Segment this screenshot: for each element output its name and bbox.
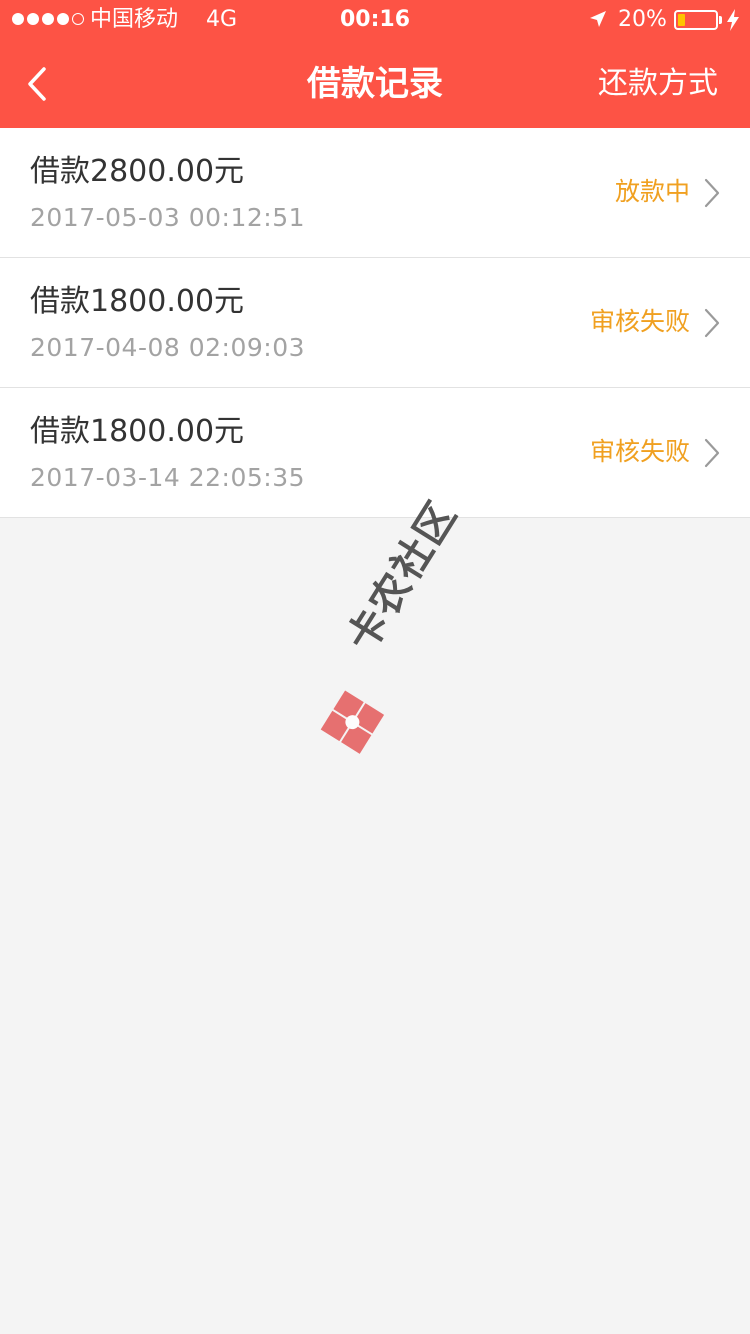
status-bar: 中国移动 4G 00:16 20% [0,0,750,40]
repayment-method-button[interactable]: 还款方式 [598,64,718,104]
loan-amount: 借款1800.00元 [30,284,245,319]
loan-status: 审核失败 [589,437,690,466]
loan-timestamp: 2017-03-14 22:05:35 [30,463,306,492]
battery-icon [674,10,722,30]
loan-timestamp: 2017-05-03 00:12:51 [30,203,306,232]
loan-amount: 借款1800.00元 [30,414,245,449]
loan-record-list: 借款2800.00元 2017-05-03 00:12:51 放款中 借款180… [0,128,750,518]
screen: 中国移动 4G 00:16 20% 借款记录 还款方式 借款2800.00元 2… [0,0,750,1334]
loan-timestamp: 2017-04-08 02:09:03 [30,333,306,362]
loan-status: 审核失败 [589,307,690,336]
list-item[interactable]: 借款1800.00元 2017-03-14 22:05:35 审核失败 [0,388,750,518]
battery-percent: 20% [618,7,667,32]
list-item[interactable]: 借款1800.00元 2017-04-08 02:09:03 审核失败 [0,258,750,388]
nav-bar: 借款记录 还款方式 [0,40,750,128]
loan-amount: 借款2800.00元 [30,154,245,189]
charging-bolt-icon [727,9,739,31]
loan-status: 放款中 [614,177,690,206]
chevron-right-icon [704,308,720,338]
chevron-right-icon [704,178,720,208]
header: 中国移动 4G 00:16 20% 借款记录 还款方式 [0,0,750,128]
list-item[interactable]: 借款2800.00元 2017-05-03 00:12:51 放款中 [0,128,750,258]
location-arrow-icon [590,11,606,27]
chevron-right-icon [704,438,720,468]
